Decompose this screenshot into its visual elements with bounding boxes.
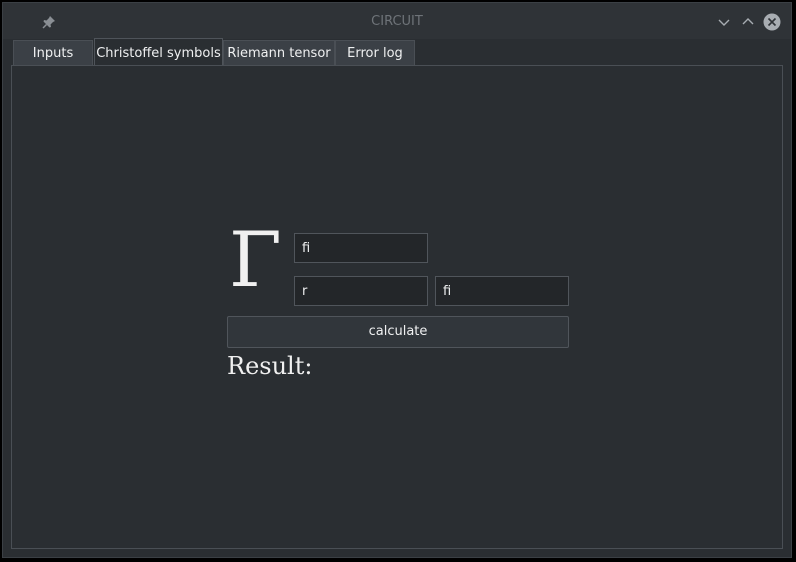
tab-riemann-tensor[interactable]: Riemann tensor [223,40,335,67]
upper-index-input[interactable] [294,233,428,263]
lower-index-2-input[interactable] [435,276,569,306]
window-title: CIRCUIT [371,14,423,29]
tab-christoffel-symbols[interactable]: Christoffel symbols [94,38,223,67]
christoffel-panel [11,65,783,549]
tab-inputs[interactable]: Inputs [13,40,93,67]
tab-error-log[interactable]: Error log [335,40,415,67]
result-label: Result: [227,352,313,380]
calculate-button[interactable]: calculate [227,316,569,348]
gamma-symbol: Γ [229,215,282,304]
chevron-down-icon[interactable] [715,13,733,31]
lower-index-1-input[interactable] [294,276,428,306]
title-bar: CIRCUIT [3,3,791,39]
close-icon[interactable] [763,13,781,31]
chevron-up-icon[interactable] [739,13,757,31]
